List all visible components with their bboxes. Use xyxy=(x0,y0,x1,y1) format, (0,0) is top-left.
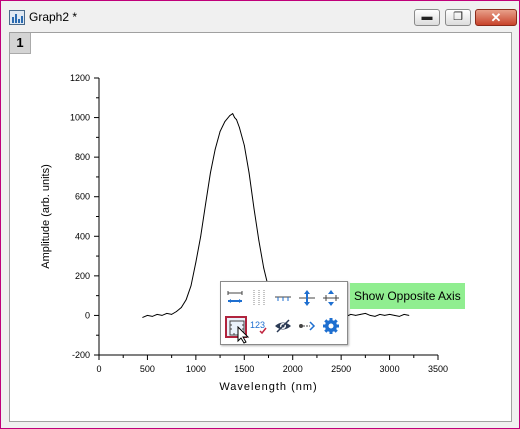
x-tick-label: 500 xyxy=(140,364,155,374)
data-point xyxy=(384,315,386,316)
y-tick-label: 800 xyxy=(75,152,90,162)
graph-canvas[interactable]: 1 0 500 1000 1500 2000 2500 3000 3500 -200 0 200 40… xyxy=(9,32,512,422)
data-point xyxy=(389,314,390,315)
svg-text:123: 123 xyxy=(250,320,265,330)
axis-connect-icon xyxy=(298,317,316,335)
data-point xyxy=(350,314,352,315)
data-point xyxy=(219,131,221,132)
y-tick-label: -200 xyxy=(72,350,90,360)
axis-mini-toolbar: 123 xyxy=(220,281,348,345)
x-tick-label: 2500 xyxy=(331,364,351,374)
x-tick-label: 3500 xyxy=(428,364,448,374)
axis-rescale-cross-button[interactable] xyxy=(321,288,343,310)
y-tick-label: 1000 xyxy=(70,113,90,123)
window-title: Graph2 * xyxy=(29,10,78,24)
tick-label-numbering-button[interactable]: 123 xyxy=(249,316,271,338)
close-icon: ✕ xyxy=(490,10,502,25)
y-tick-label: 600 xyxy=(75,192,90,202)
title-bar[interactable]: Graph2 * ▬ ❐ ✕ xyxy=(1,1,519,31)
data-point xyxy=(185,299,187,300)
grid-lines-button[interactable] xyxy=(249,288,271,310)
y-tick-label: 200 xyxy=(75,271,90,281)
tick-label-numbering-icon: 123 xyxy=(250,317,268,335)
data-point xyxy=(236,119,237,120)
axis-scale-button[interactable] xyxy=(225,288,247,310)
data-point xyxy=(200,235,202,237)
minimize-button[interactable]: ▬ xyxy=(414,9,440,26)
graph-window: Graph2 * ▬ ❐ ✕ 1 0 500 1000 1500 2000 2500 300… xyxy=(0,0,520,429)
close-button[interactable]: ✕ xyxy=(475,9,517,26)
data-point xyxy=(398,316,400,317)
minimize-icon: ▬ xyxy=(421,11,433,23)
y-axis-title: Amplitude (arb. units) xyxy=(40,164,52,269)
data-point xyxy=(209,172,211,174)
data-point xyxy=(214,148,216,150)
data-point xyxy=(394,315,395,316)
data-point xyxy=(379,314,381,315)
plot-area[interactable]: 0 500 1000 1500 2000 2500 3000 3500 -200 0 200 400 6… xyxy=(10,33,511,421)
x-tick-label: 1500 xyxy=(234,364,254,374)
data-point xyxy=(156,314,158,315)
x-tick-label: 2000 xyxy=(283,364,303,374)
data-point xyxy=(205,204,206,206)
data-point xyxy=(224,121,226,122)
data-point xyxy=(408,315,410,316)
axis-connect-button[interactable] xyxy=(297,316,319,338)
restore-button[interactable]: ❐ xyxy=(445,9,471,26)
data-point xyxy=(161,315,163,316)
data-point xyxy=(166,313,168,314)
restore-icon: ❐ xyxy=(453,11,463,23)
data-point xyxy=(403,314,405,315)
tick-direction-icon xyxy=(274,289,292,307)
y-tick-label: 0 xyxy=(85,310,90,320)
data-point xyxy=(374,316,376,317)
data-point xyxy=(151,316,153,317)
data-point xyxy=(147,315,148,316)
data-point xyxy=(190,285,192,287)
data-point xyxy=(248,172,250,174)
y-tick-label: 400 xyxy=(75,231,90,241)
x-tick-label: 0 xyxy=(96,364,101,374)
data-point xyxy=(239,127,240,128)
settings-gear-icon xyxy=(322,317,340,335)
data-point xyxy=(263,267,265,269)
tick-direction-button[interactable] xyxy=(273,288,295,310)
data-point xyxy=(171,314,173,315)
data-point xyxy=(258,239,260,241)
axis-rescale-vertical-icon xyxy=(298,289,316,307)
data-point xyxy=(234,117,236,118)
data-point xyxy=(180,307,182,308)
hide-axis-eye-button[interactable] xyxy=(273,316,295,338)
data-point xyxy=(364,313,366,314)
axis-rescale-cross-icon xyxy=(322,289,340,307)
tooltip-show-opposite-axis: Show Opposite Axis xyxy=(350,283,465,309)
settings-gear-button[interactable] xyxy=(321,316,343,338)
data-point xyxy=(232,113,234,115)
mouse-cursor-icon xyxy=(237,325,251,344)
grid-lines-icon xyxy=(250,289,268,307)
data-point xyxy=(243,144,245,146)
data-point xyxy=(142,317,143,318)
hide-axis-eye-icon xyxy=(274,317,292,335)
x-tick-label: 3000 xyxy=(380,364,400,374)
data-point xyxy=(360,314,361,315)
graph-window-icon xyxy=(9,10,25,25)
x-tick-label: 1000 xyxy=(186,364,206,374)
data-point xyxy=(355,315,357,316)
data-point xyxy=(369,315,371,316)
data-point xyxy=(229,115,231,116)
x-axis-title: Wavelength (nm) xyxy=(219,381,317,393)
axis-rescale-vertical-button[interactable] xyxy=(297,288,319,310)
y-tick-label: 1200 xyxy=(70,73,90,83)
data-point xyxy=(195,261,197,263)
axis-scale-icon xyxy=(226,289,244,307)
data-point xyxy=(176,311,177,312)
data-point xyxy=(253,208,255,209)
